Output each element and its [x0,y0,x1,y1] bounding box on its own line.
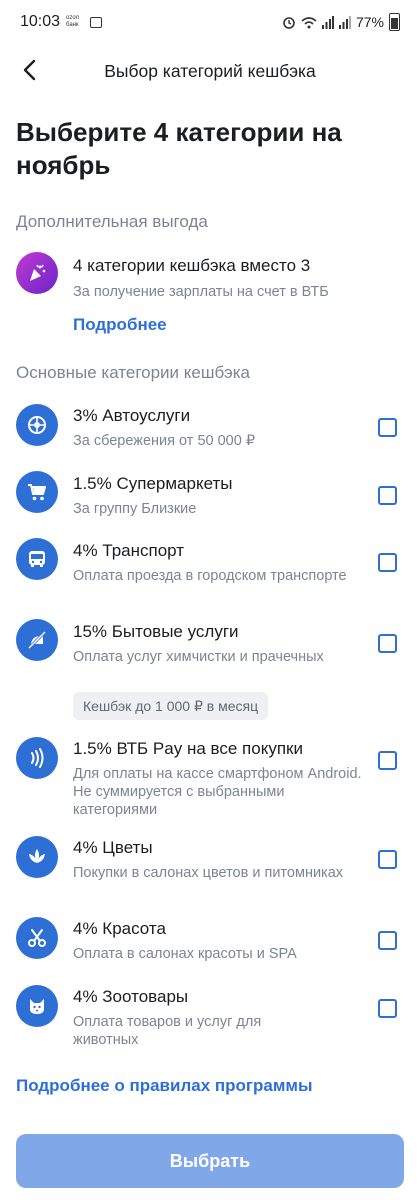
category-checkbox-pets[interactable] [378,999,397,1018]
battery-icon [389,13,400,31]
category-checkbox-transport[interactable] [378,553,397,572]
section-title-main: Основные категории кешбэка [16,363,250,382]
category-checkbox-household[interactable] [378,634,397,653]
category-title: 3% Автоуслуги [73,406,191,425]
extra-item-title: 4 категории кешбэка вместо 3 [73,256,311,275]
category-subtitle: Оплата в салонах красоты и SPA [73,946,297,962]
category-checkbox-flowers[interactable] [378,850,397,869]
cashback-limit-badge: Кешбэк до 1 000 ₽ в месяц [73,692,269,720]
program-rules-link[interactable]: Подробнее о правилах программы [16,1076,313,1096]
ozon-bank-notification-icon: ozon банк [66,15,80,28]
select-button[interactable]: Выбрать [16,1134,404,1188]
party-popper-icon [16,252,58,294]
category-subtitle: Для оплаты на кассе смартфоном Android. … [73,766,362,818]
app-bar-title: Выбор категорий кешбэка [104,60,316,81]
category-title: 1.5% Супермаркеты [73,474,233,493]
alarm-icon [283,17,295,29]
signal-icon-2 [338,15,351,29]
category-title: 4% Зоотовары [73,987,189,1006]
category-subtitle: Оплата услуг химчистки и прачечных [73,649,324,665]
signal-icon [321,15,334,29]
section-title-extra: Дополнительная выгода [16,212,208,231]
more-link[interactable]: Подробнее [73,315,167,335]
cat-icon [16,985,58,1027]
scissors-icon [16,917,58,959]
app-bar: Выбор категорий кешбэка [0,48,420,94]
category-subtitle: За сбережения от 50 000 ₽ [73,433,256,449]
category-title: 1.5% ВТБ Pay на все покупки [73,739,303,758]
category-title: 4% Транспорт [73,541,185,560]
category-subtitle: За группу Близкие [73,501,197,517]
category-title: 15% Бытовые услуги [73,622,239,641]
category-subtitle: Оплата товаров и услуг для животных [73,1014,262,1048]
category-subtitle: Покупки в салонах цветов и питомниках [73,865,344,881]
back-button[interactable] [14,54,46,86]
extra-item-subtitle: За получение зарплаты на счет в ВТБ [73,284,329,300]
bus-icon [16,538,58,580]
battery-percent: 77% [355,14,384,30]
category-checkbox-auto[interactable] [378,418,397,437]
chevron-left-icon [23,59,36,81]
no-iron-icon [16,619,58,661]
status-bar: 10:03 ozon банк 77% [0,0,420,44]
page-title: Выберите 4 категории на ноябрь [16,117,342,180]
category-checkbox-vtb-pay[interactable] [378,751,397,770]
shopping-cart-icon [16,471,58,513]
wifi-icon [301,16,317,28]
category-title: 4% Цветы [73,838,153,857]
status-right: 77% [282,13,400,31]
status-time: 10:03 [20,13,61,30]
category-title: 4% Красота [73,919,166,938]
category-checkbox-beauty[interactable] [378,931,397,950]
image-notification-icon [90,16,103,28]
category-checkbox-supermarkets[interactable] [378,486,397,505]
tire-icon [16,404,58,446]
contactless-icon [16,737,58,779]
lotus-icon [16,836,58,878]
category-subtitle: Оплата проезда в городском транспорте [73,568,347,584]
